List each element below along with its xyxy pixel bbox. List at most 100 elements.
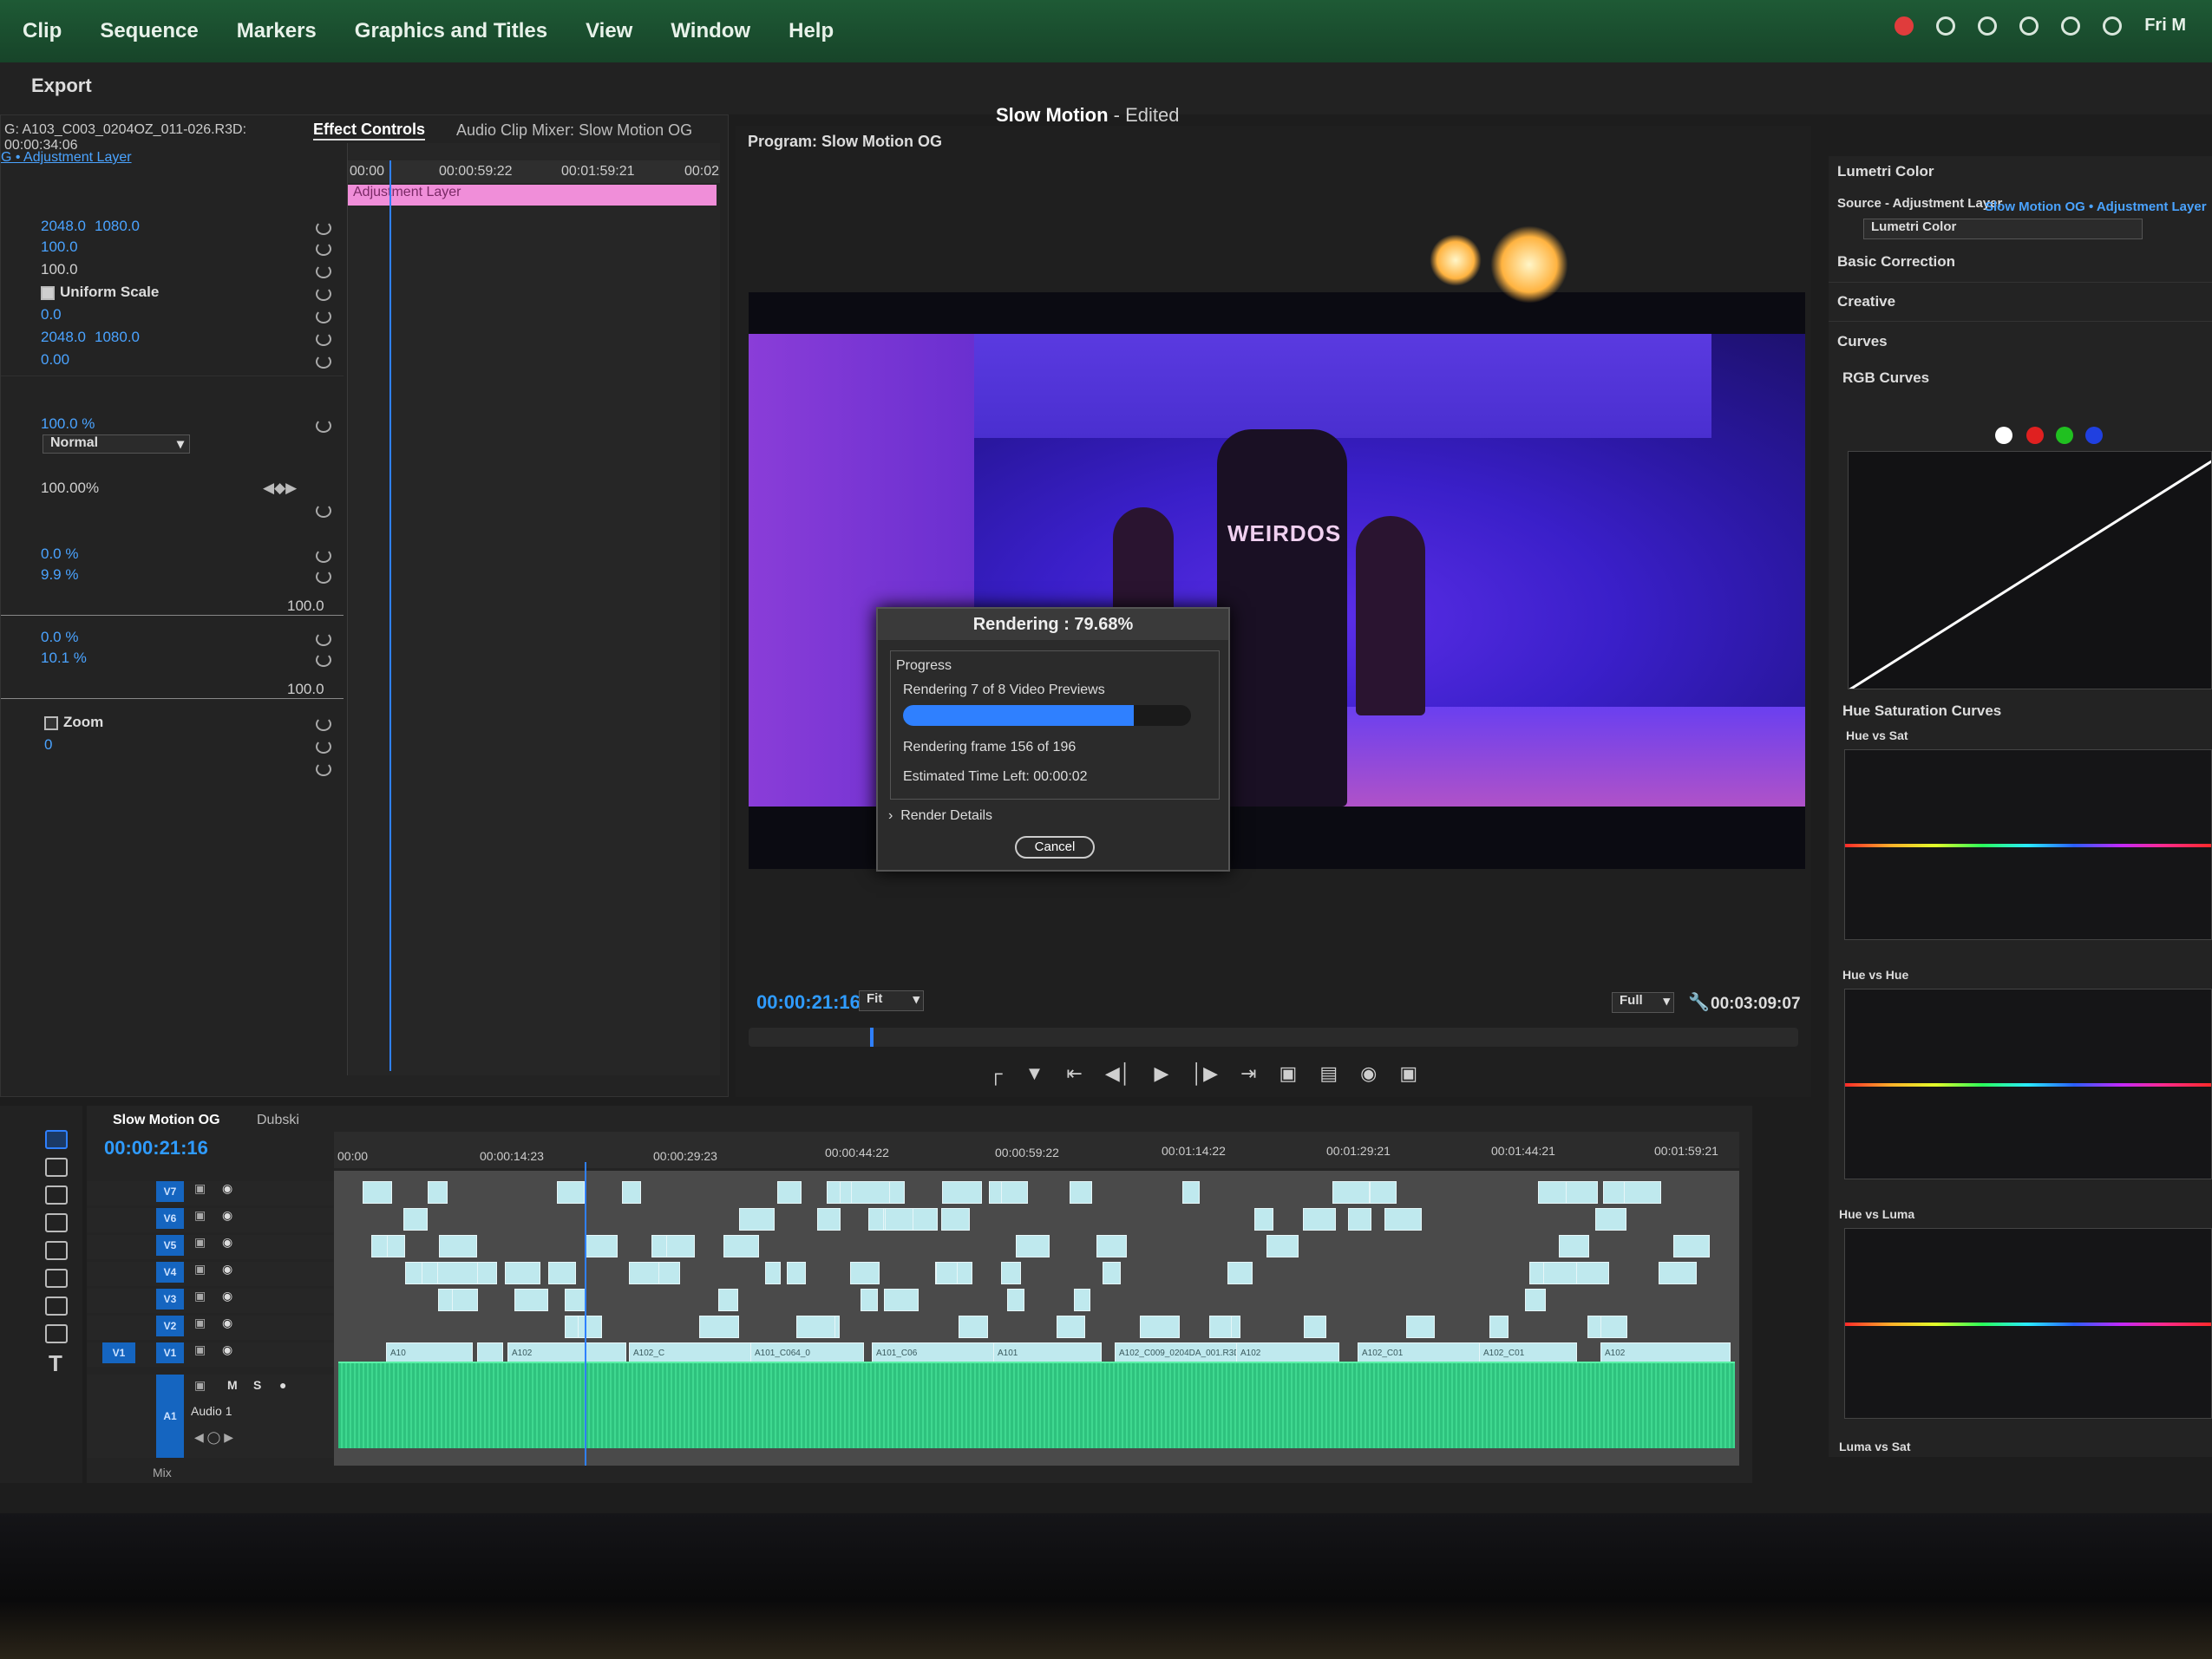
video-clip[interactable]	[1620, 1181, 1661, 1204]
anchor-y[interactable]: 1080.0	[95, 329, 140, 346]
camera-icon[interactable]: ▣	[1399, 1062, 1417, 1085]
video-clip[interactable]	[718, 1289, 738, 1311]
video-clip[interactable]	[885, 1208, 913, 1231]
video-clip[interactable]	[1209, 1316, 1232, 1338]
export-tab[interactable]: Export	[31, 75, 92, 97]
video-clip[interactable]	[1007, 1289, 1024, 1311]
effect-mini-timeline[interactable]: 00:00 00:00:59:22 00:01:59:21 00:02 Adju…	[347, 143, 720, 1075]
layer-label[interactable]: G • Adjustment Layer	[1, 150, 132, 166]
reset-icon[interactable]	[316, 570, 331, 584]
video-clip[interactable]	[1304, 1316, 1326, 1338]
lift-icon[interactable]: ▣	[1279, 1062, 1298, 1085]
video-clip[interactable]	[765, 1262, 781, 1284]
search-icon[interactable]	[2103, 16, 2123, 36]
toggle-output-icon[interactable]: ▣	[194, 1342, 206, 1357]
video-clip[interactable]	[514, 1289, 548, 1311]
video-clip[interactable]	[371, 1235, 388, 1257]
section-curves[interactable]: Curves	[1837, 333, 1888, 350]
render-details-toggle[interactable]: › Render Details	[888, 808, 992, 824]
value-1[interactable]: 0.0 %	[41, 545, 78, 563]
toggle-output-icon[interactable]: ▣	[194, 1262, 206, 1277]
video-clip[interactable]	[1057, 1316, 1085, 1338]
video-clip[interactable]	[850, 1262, 880, 1284]
video-clip[interactable]	[787, 1262, 806, 1284]
video-clip[interactable]	[723, 1235, 759, 1257]
pointer-icon[interactable]	[45, 1130, 68, 1149]
video-clip[interactable]	[505, 1262, 540, 1284]
timeline-playhead[interactable]	[585, 1162, 586, 1466]
scrubber-playhead[interactable]	[870, 1028, 874, 1047]
hue-vs-hue-graph[interactable]	[1844, 989, 2212, 1179]
video-clip[interactable]	[666, 1235, 695, 1257]
zoom-checkbox[interactable]	[44, 715, 58, 730]
video-clip[interactable]	[1070, 1181, 1092, 1204]
red-channel-icon[interactable]	[2026, 427, 2044, 444]
video-clip[interactable]	[1001, 1262, 1021, 1284]
reset-icon[interactable]	[316, 740, 331, 754]
video-clip[interactable]	[1348, 1208, 1371, 1231]
video-clip[interactable]	[817, 1208, 841, 1231]
video-clip[interactable]	[1384, 1208, 1422, 1231]
extract-icon[interactable]: ▤	[1319, 1062, 1338, 1085]
adjustment-layer-clip[interactable]: Adjustment Layer	[348, 185, 717, 206]
reset-icon[interactable]	[316, 287, 331, 301]
video-clip[interactable]	[1543, 1262, 1577, 1284]
uniform-scale-checkbox[interactable]	[41, 285, 55, 300]
track-label[interactable]: V1	[156, 1342, 184, 1363]
ripple-edit-icon[interactable]	[45, 1185, 68, 1205]
rectangle-icon[interactable]	[45, 1297, 68, 1316]
menu-help[interactable]: Help	[769, 19, 853, 43]
eye-icon[interactable]: ◉	[222, 1316, 232, 1330]
video-clip[interactable]	[1659, 1262, 1697, 1284]
reset-icon[interactable]	[316, 632, 331, 646]
value-3[interactable]: 0.0 %	[41, 629, 78, 646]
slip-icon[interactable]	[45, 1241, 68, 1260]
opacity-value[interactable]: 100.0 %	[41, 415, 95, 433]
video-clip[interactable]	[586, 1235, 618, 1257]
video-clip[interactable]	[1303, 1208, 1336, 1231]
position-x[interactable]: 2048.0	[41, 218, 86, 235]
eye-icon[interactable]: ◉	[222, 1235, 232, 1250]
video-clip[interactable]	[437, 1262, 478, 1284]
razor-icon[interactable]	[45, 1213, 68, 1232]
eye-icon[interactable]: ◉	[222, 1289, 232, 1303]
video-clip[interactable]	[959, 1316, 988, 1338]
video-clip[interactable]	[1332, 1181, 1370, 1204]
anchor-x[interactable]: 2048.0	[41, 329, 86, 346]
toggle-output-icon[interactable]: ▣	[194, 1316, 206, 1330]
section-basic-correction[interactable]: Basic Correction	[1837, 253, 1955, 271]
video-clip[interactable]	[452, 1289, 478, 1311]
fx-select[interactable]: Lumetri Color	[1863, 219, 2143, 239]
percent-value[interactable]: 100.00%	[41, 480, 99, 497]
toggle-output-icon[interactable]: ▣	[194, 1208, 206, 1223]
video-clip[interactable]	[428, 1181, 448, 1204]
toggle-output-icon[interactable]: ▣	[194, 1289, 206, 1303]
reset-icon[interactable]	[316, 717, 331, 731]
add-marker-icon[interactable]: ▼	[1025, 1062, 1044, 1085]
mic-icon[interactable]: ●	[279, 1378, 286, 1392]
video-clip[interactable]	[403, 1208, 428, 1231]
program-timecode[interactable]: 00:00:21:16	[756, 991, 861, 1014]
reset-icon[interactable]	[316, 332, 331, 346]
step-back-icon[interactable]: ⇤	[1066, 1062, 1082, 1085]
eye-icon[interactable]: ◉	[222, 1262, 232, 1277]
program-title[interactable]: Program: Slow Motion OG	[748, 133, 942, 151]
lumetri-title[interactable]: Lumetri Color	[1837, 163, 1934, 180]
audio-clip-waveform[interactable]	[338, 1362, 1735, 1448]
flicker-value[interactable]: 0.00	[41, 351, 69, 369]
toggle-output-icon[interactable]: ▣	[194, 1235, 206, 1250]
video-clip[interactable]	[942, 1181, 982, 1204]
video-clip[interactable]	[1600, 1316, 1627, 1338]
video-clip[interactable]	[548, 1262, 576, 1284]
video-clip[interactable]	[439, 1235, 477, 1257]
reset-icon[interactable]	[316, 504, 331, 518]
video-clip[interactable]	[1103, 1262, 1121, 1284]
hue-sat-curves-toggle[interactable]: Hue Saturation Curves	[1842, 702, 2001, 720]
video-clip[interactable]	[557, 1181, 585, 1204]
video-clip[interactable]	[777, 1181, 802, 1204]
scale-value[interactable]: 100.0	[41, 238, 78, 256]
export-frame-icon[interactable]: ◉	[1360, 1062, 1377, 1085]
video-clip[interactable]	[1370, 1181, 1397, 1204]
section-creative[interactable]: Creative	[1837, 293, 1895, 310]
video-clip[interactable]	[1140, 1316, 1180, 1338]
